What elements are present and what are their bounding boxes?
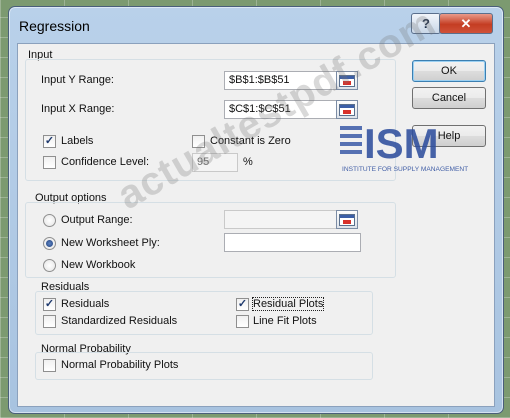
- input-x-range-field[interactable]: $C$1:$C$51: [224, 100, 338, 119]
- new-worksheet-ply-radio[interactable]: [43, 237, 56, 250]
- confidence-level-checkbox[interactable]: [43, 156, 56, 169]
- output-range-field[interactable]: [224, 210, 338, 229]
- constant-is-zero-label: Constant is Zero: [210, 135, 291, 147]
- range-selector-icon: [339, 213, 355, 226]
- help-button[interactable]: Help: [412, 125, 486, 147]
- normal-probability-plots-checkbox[interactable]: [43, 359, 56, 372]
- residual-plots-label: Residual Plots: [251, 297, 325, 311]
- cancel-button[interactable]: Cancel: [412, 87, 486, 109]
- output-range-radio[interactable]: [43, 214, 56, 227]
- range-selector-icon: [339, 103, 355, 116]
- standardized-residuals-checkbox[interactable]: [43, 315, 56, 328]
- title-help-button[interactable]: ?: [411, 13, 441, 34]
- check-icon: ✓: [44, 135, 55, 147]
- input-x-range-label: Input X Range:: [41, 103, 115, 115]
- line-fit-plots-checkbox[interactable]: [236, 315, 249, 328]
- labels-label: Labels: [61, 135, 94, 147]
- residuals-checkbox[interactable]: ✓: [43, 298, 56, 311]
- dialog-title: Regression: [19, 18, 90, 34]
- input-y-range-selector-button[interactable]: [336, 71, 358, 90]
- dialog-client-area: Input Input Y Range: $B$1:$B$51 Input X …: [17, 43, 495, 407]
- confidence-level-label: Confidence Level:: [61, 156, 150, 168]
- new-worksheet-ply-field[interactable]: [224, 233, 361, 252]
- output-range-label: Output Range:: [61, 214, 133, 226]
- labels-checkbox[interactable]: ✓: [43, 135, 56, 148]
- new-worksheet-ply-label: New Worksheet Ply:: [61, 237, 160, 249]
- confidence-level-field[interactable]: 95: [192, 153, 238, 172]
- input-y-range-label: Input Y Range:: [41, 74, 114, 86]
- range-selector-icon: [339, 74, 355, 87]
- close-button[interactable]: ✕: [439, 13, 493, 34]
- residuals-label: Residuals: [61, 298, 110, 310]
- residual-plots-checkbox[interactable]: ✓: [236, 298, 249, 311]
- constant-is-zero-checkbox[interactable]: [192, 135, 205, 148]
- percent-sign: %: [243, 156, 253, 168]
- new-workbook-radio[interactable]: [43, 259, 56, 272]
- standardized-residuals-label: Standardized Residuals: [61, 315, 178, 327]
- ok-button[interactable]: OK: [412, 60, 486, 82]
- input-y-range-field[interactable]: $B$1:$B$51: [224, 71, 338, 90]
- input-x-range-selector-button[interactable]: [336, 100, 358, 119]
- question-mark-icon: ?: [422, 16, 430, 31]
- check-icon: ✓: [44, 298, 55, 310]
- output-range-selector-button[interactable]: [336, 210, 358, 229]
- close-icon: ✕: [460, 15, 472, 31]
- normal-probability-plots-label: Normal Probability Plots: [61, 359, 179, 371]
- check-icon: ✓: [237, 298, 248, 310]
- new-workbook-label: New Workbook: [61, 259, 136, 271]
- regression-dialog: Regression ? ✕ Input Input Y Range: $B$1…: [8, 6, 504, 414]
- line-fit-plots-label: Line Fit Plots: [253, 315, 317, 327]
